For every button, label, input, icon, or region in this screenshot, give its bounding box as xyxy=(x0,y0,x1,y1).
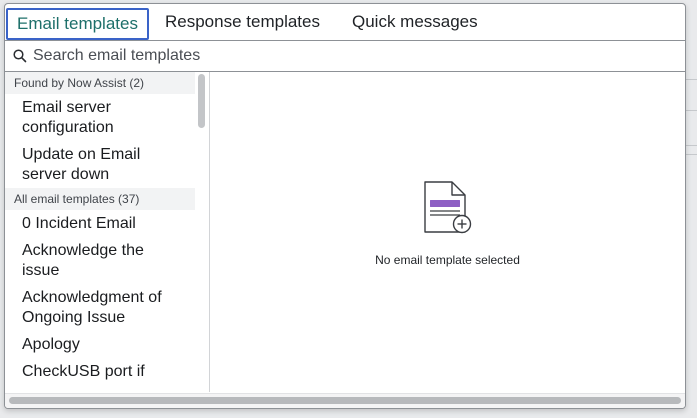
template-list-item[interactable]: Acknowledge the issue xyxy=(5,237,195,284)
empty-state-message: No email template selected xyxy=(375,253,520,267)
document-add-icon xyxy=(422,180,474,236)
template-tabs: Email templates Response templates Quick… xyxy=(5,4,685,41)
template-list: Found by Now Assist (2) Email server conf… xyxy=(5,72,210,392)
search-input[interactable] xyxy=(33,47,633,65)
list-scrollbar-thumb[interactable] xyxy=(198,74,205,128)
group-header: All email templates (37) xyxy=(5,188,195,210)
template-list-item[interactable]: Update on Email server down xyxy=(5,141,195,188)
tab-quick-messages[interactable]: Quick messages xyxy=(336,4,494,40)
template-list-item[interactable]: Apology xyxy=(5,331,195,358)
horizontal-scrollbar-thumb[interactable] xyxy=(9,397,681,404)
template-list-item[interactable]: Email server configuration xyxy=(5,94,195,141)
horizontal-scrollbar[interactable] xyxy=(5,393,685,408)
template-preview: No email template selected xyxy=(210,72,685,392)
group-header: Found by Now Assist (2) xyxy=(5,72,195,94)
tab-email-templates[interactable]: Email templates xyxy=(6,8,149,40)
template-list-item[interactable]: Acknowledgment of Ongoing Issue xyxy=(5,284,195,331)
template-list-item[interactable]: CheckUSB port if xyxy=(5,358,195,385)
list-scrollbar[interactable] xyxy=(195,72,209,392)
tab-response-templates[interactable]: Response templates xyxy=(149,4,336,40)
search-icon xyxy=(12,48,28,64)
search-bar xyxy=(5,41,685,72)
template-list-item[interactable]: 0 Incident Email xyxy=(5,210,195,237)
template-picker-popover: Email templates Response templates Quick… xyxy=(4,3,686,409)
template-list-scroll: Found by Now Assist (2) Email server conf… xyxy=(5,72,195,392)
